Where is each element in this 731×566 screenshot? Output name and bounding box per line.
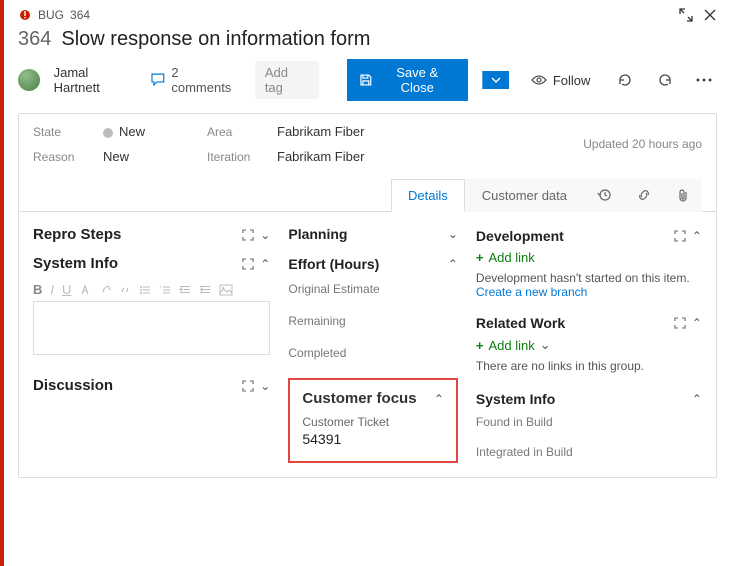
eye-icon bbox=[531, 74, 547, 86]
more-actions-button[interactable] bbox=[691, 67, 717, 93]
font-color-button[interactable] bbox=[79, 284, 91, 296]
original-estimate-label[interactable]: Original Estimate bbox=[288, 282, 458, 296]
italic-button[interactable]: I bbox=[50, 282, 54, 297]
indent-button[interactable] bbox=[199, 284, 211, 296]
attachment-icon bbox=[677, 188, 689, 202]
link-button[interactable] bbox=[119, 284, 131, 296]
fullscreen-icon[interactable] bbox=[242, 380, 254, 392]
remaining-label[interactable]: Remaining bbox=[288, 314, 458, 328]
tab-details[interactable]: Details bbox=[391, 179, 465, 212]
area-value[interactable]: Fabrikam Fiber bbox=[277, 124, 364, 139]
plus-icon: + bbox=[476, 338, 484, 353]
underline-button[interactable]: U bbox=[62, 282, 71, 297]
reason-value[interactable]: New bbox=[103, 149, 193, 164]
comments-button[interactable]: 2 comments bbox=[151, 65, 241, 95]
completed-label[interactable]: Completed bbox=[288, 346, 458, 360]
chevron-up-icon[interactable]: ⌃ bbox=[692, 229, 702, 243]
fullscreen-icon[interactable] bbox=[242, 229, 254, 241]
bullet-list-button[interactable] bbox=[139, 284, 151, 296]
state-value[interactable]: New bbox=[103, 124, 193, 139]
chevron-up-icon[interactable]: ⌃ bbox=[434, 392, 444, 406]
add-tag-button[interactable]: Add tag bbox=[255, 61, 319, 99]
fullscreen-icon[interactable] bbox=[674, 230, 686, 242]
window-header: BUG 364 bbox=[18, 8, 717, 22]
save-dropdown-button[interactable] bbox=[482, 71, 509, 89]
bug-icon bbox=[18, 8, 32, 22]
area-label: Area bbox=[207, 125, 263, 139]
add-link-dev[interactable]: +Add link bbox=[476, 250, 702, 265]
plus-icon: + bbox=[476, 250, 484, 265]
refresh-button[interactable] bbox=[612, 67, 638, 93]
iteration-label: Iteration bbox=[207, 150, 263, 164]
work-item-title[interactable]: Slow response on information form bbox=[61, 28, 370, 51]
link-icon bbox=[637, 188, 651, 202]
save-button-label: Save & Close bbox=[379, 65, 456, 95]
chevron-up-icon[interactable]: ⌃ bbox=[692, 392, 702, 406]
integrated-in-build-label[interactable]: Integrated in Build bbox=[476, 445, 702, 459]
follow-label: Follow bbox=[553, 73, 591, 88]
chevron-down-icon[interactable]: ⌄ bbox=[260, 228, 270, 242]
comments-count: 2 comments bbox=[171, 65, 240, 95]
customer-ticket-label: Customer Ticket bbox=[302, 415, 444, 429]
customer-focus-title: Customer focus bbox=[302, 390, 416, 407]
chevron-down-icon[interactable]: ⌄ bbox=[260, 379, 270, 393]
history-icon bbox=[597, 188, 611, 202]
tab-customer-data[interactable]: Customer data bbox=[465, 179, 584, 212]
save-and-close-button[interactable]: Save & Close bbox=[347, 59, 468, 101]
svg-text:1: 1 bbox=[159, 284, 162, 289]
state-label: State bbox=[33, 125, 89, 139]
tab-bar: Details Customer data bbox=[19, 178, 716, 212]
repro-steps-title: Repro Steps bbox=[33, 226, 121, 243]
chevron-up-icon[interactable]: ⌃ bbox=[260, 257, 270, 271]
found-in-build-label[interactable]: Found in Build bbox=[476, 415, 702, 429]
state-dot-icon bbox=[103, 128, 113, 138]
system-info-title: System Info bbox=[33, 255, 118, 272]
rich-text-toolbar: B I U 1 bbox=[33, 278, 270, 301]
avatar[interactable] bbox=[18, 69, 40, 91]
expand-icon[interactable] bbox=[679, 8, 693, 22]
discussion-title: Discussion bbox=[33, 377, 113, 394]
clip-button[interactable] bbox=[99, 284, 111, 296]
image-button[interactable] bbox=[219, 284, 233, 296]
fullscreen-icon[interactable] bbox=[242, 258, 254, 270]
work-item-id: 364 bbox=[18, 28, 51, 51]
create-branch-link[interactable]: Create a new branch bbox=[476, 285, 702, 299]
related-empty-text: There are no links in this group. bbox=[476, 359, 702, 373]
planning-title: Planning bbox=[288, 226, 347, 242]
chevron-up-icon[interactable]: ⌃ bbox=[448, 257, 458, 271]
comment-icon bbox=[151, 73, 167, 87]
tab-attachments[interactable] bbox=[664, 179, 702, 212]
add-link-related[interactable]: +Add link⌄ bbox=[476, 337, 702, 353]
save-icon bbox=[359, 73, 373, 87]
customer-focus-section: Customer focus ⌃ Customer Ticket 54391 bbox=[288, 378, 458, 463]
follow-button[interactable]: Follow bbox=[523, 69, 599, 92]
assignee-name[interactable]: Jamal Hartnett bbox=[54, 65, 137, 95]
chevron-down-icon bbox=[491, 77, 501, 83]
numbered-list-button[interactable]: 1 bbox=[159, 284, 171, 296]
reason-label: Reason bbox=[33, 150, 89, 164]
chevron-up-icon[interactable]: ⌃ bbox=[692, 316, 702, 330]
updated-timestamp: Updated 20 hours ago bbox=[583, 137, 702, 151]
system-info-right-title: System Info bbox=[476, 391, 555, 407]
development-empty-text: Development hasn't started on this item. bbox=[476, 271, 702, 285]
work-item-id-small: 364 bbox=[70, 8, 90, 22]
bold-button[interactable]: B bbox=[33, 282, 42, 297]
fullscreen-icon[interactable] bbox=[674, 317, 686, 329]
related-work-title: Related Work bbox=[476, 315, 565, 331]
details-panel: State New Area Fabrikam Fiber Reason New… bbox=[18, 113, 717, 478]
outdent-button[interactable] bbox=[179, 284, 191, 296]
close-icon[interactable] bbox=[703, 8, 717, 22]
development-title: Development bbox=[476, 228, 564, 244]
iteration-value[interactable]: Fabrikam Fiber bbox=[277, 149, 364, 164]
title-row: 364 Slow response on information form bbox=[18, 28, 717, 51]
chevron-down-icon[interactable]: ⌄ bbox=[448, 227, 458, 241]
system-info-editor[interactable] bbox=[33, 301, 270, 355]
effort-title: Effort (Hours) bbox=[288, 256, 379, 272]
tab-history[interactable] bbox=[584, 179, 624, 212]
customer-ticket-value[interactable]: 54391 bbox=[302, 431, 444, 447]
chevron-down-icon: ⌄ bbox=[540, 337, 551, 353]
tab-links[interactable] bbox=[624, 179, 664, 212]
undo-button[interactable] bbox=[652, 67, 678, 93]
work-item-type-label: BUG bbox=[38, 8, 64, 22]
